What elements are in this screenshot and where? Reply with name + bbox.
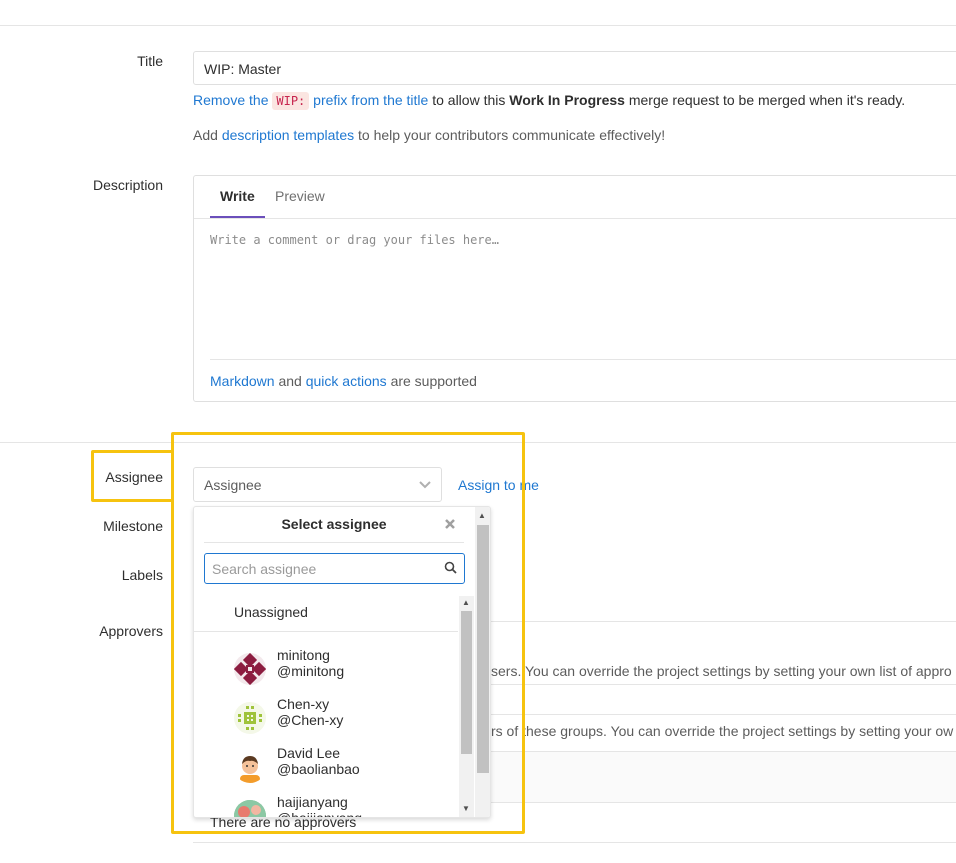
templates-hint-text1: Add: [193, 127, 218, 143]
approvers-bottom-border: [193, 842, 956, 843]
tab-write-underline: [210, 216, 265, 218]
remove-wip-link-part1[interactable]: Remove the: [193, 92, 268, 108]
description-textarea[interactable]: Write a comment or drag your files here…: [210, 233, 499, 247]
dropdown-highlight: [171, 432, 525, 834]
description-templates-link[interactable]: description templates: [222, 127, 354, 143]
approvers-text-2: rs of these groups. You can override the…: [491, 723, 954, 739]
tabs-divider: [194, 218, 956, 219]
remove-wip-link-part2[interactable]: prefix from the title: [313, 92, 428, 108]
editor-footer-divider: [210, 359, 956, 360]
markdown-hint-text1: and: [278, 373, 302, 389]
markdown-link[interactable]: Markdown: [210, 373, 275, 389]
approvers-label: Approvers: [99, 623, 163, 639]
tab-preview[interactable]: Preview: [275, 188, 325, 204]
title-input-value: WIP: Master: [204, 61, 282, 77]
wip-hint: Remove the WIP: prefix from the title to…: [193, 92, 906, 110]
description-editor: Write Preview Write a comment or drag yo…: [193, 175, 956, 402]
approvers-text-1: sers. You can override the project setti…: [491, 663, 952, 679]
description-label: Description: [92, 177, 163, 193]
templates-hint: Add description templates to help your c…: [193, 127, 665, 143]
markdown-hint: Markdown and quick actions are supported: [210, 373, 477, 389]
title-input[interactable]: WIP: Master: [193, 51, 956, 85]
title-label: Title: [137, 53, 163, 69]
tab-write[interactable]: Write: [220, 188, 255, 204]
top-divider: [0, 25, 956, 26]
wip-hint-text1: to allow this: [432, 92, 506, 108]
assignee-label-highlight: [91, 450, 174, 502]
templates-hint-text2: to help your contributors communicate ef…: [358, 127, 666, 143]
wip-hint-bold: Work In Progress: [509, 92, 625, 108]
milestone-label: Milestone: [103, 518, 163, 534]
wip-code[interactable]: WIP:: [272, 92, 310, 110]
quick-actions-link[interactable]: quick actions: [306, 373, 387, 389]
labels-label: Labels: [121, 567, 163, 583]
wip-hint-text2: merge request to be merged when it's rea…: [628, 92, 906, 108]
markdown-hint-text2: are supported: [390, 373, 477, 389]
